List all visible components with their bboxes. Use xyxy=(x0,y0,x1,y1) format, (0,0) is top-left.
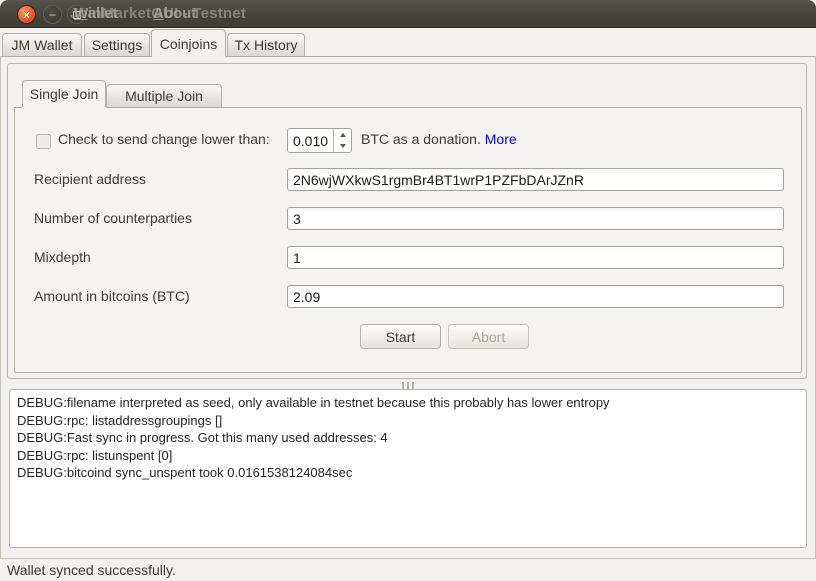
titlebar: × − JoinMarketGUI - Testnet Wallet About xyxy=(0,0,816,28)
tab-coinjoins[interactable]: Coinjoins xyxy=(151,29,226,57)
mixdepth-label: Mixdepth xyxy=(34,249,91,265)
tab-settings[interactable]: Settings xyxy=(84,33,150,56)
tab-jm-wallet[interactable]: JM Wallet xyxy=(2,33,82,56)
subtab-multiple-join[interactable]: Multiple Join xyxy=(106,84,222,107)
log-line: DEBUG:rpc: listunspent [0] xyxy=(17,447,799,465)
spin-up-icon xyxy=(340,133,346,137)
spin-up-button[interactable] xyxy=(334,129,351,141)
log-line: DEBUG:bitcoind sync_unspent took 0.01615… xyxy=(17,464,799,482)
log-line: DEBUG:rpc: listaddressgroupings [] xyxy=(17,412,799,430)
abort-button[interactable]: Abort xyxy=(448,324,529,349)
splitter-grip-icon xyxy=(402,382,404,389)
donation-amount-spinbox xyxy=(287,128,352,153)
log-line: DEBUG:Fast sync in progress. Got this ma… xyxy=(17,429,799,447)
menu-about-rest: bout xyxy=(164,5,196,22)
close-button[interactable]: × xyxy=(17,5,36,24)
minimize-button[interactable]: − xyxy=(43,5,62,24)
counterparties-label: Number of counterparties xyxy=(34,210,192,226)
donation-checkbox[interactable] xyxy=(36,134,51,149)
donation-checkbox-label[interactable]: Check to send change lower than: xyxy=(58,131,270,147)
menu-wallet-rest: allet xyxy=(88,5,118,22)
menu-item-wallet[interactable]: Wallet xyxy=(74,0,118,28)
debug-log[interactable]: DEBUG:filename interpreted as seed, only… xyxy=(9,389,807,548)
app-window: × − JoinMarketGUI - Testnet Wallet About… xyxy=(0,0,816,581)
donation-amount-input[interactable] xyxy=(288,129,333,152)
donation-suffix-text: BTC as a donation. xyxy=(361,131,481,147)
main-tabbar: JM Wallet Settings Coinjoins Tx History xyxy=(0,28,816,57)
menu-wallet-mnemonic: W xyxy=(74,5,88,22)
statusbar: Wallet synced successfully. xyxy=(0,558,816,581)
status-text: Wallet synced successfully. xyxy=(0,562,176,578)
amount-input[interactable] xyxy=(287,285,784,308)
donation-suffix-row: BTC as a donation. More xyxy=(361,131,517,147)
splitter-grip-icon xyxy=(412,382,414,389)
minimize-icon: − xyxy=(49,9,56,21)
spin-down-icon xyxy=(340,144,346,148)
recipient-address-label: Recipient address xyxy=(34,171,146,187)
close-icon: × xyxy=(23,9,30,21)
log-line: DEBUG:filename interpreted as seed, only… xyxy=(17,394,799,412)
tab-tx-history[interactable]: Tx History xyxy=(227,33,305,56)
spin-down-button[interactable] xyxy=(334,141,351,153)
amount-label: Amount in bitcoins (BTC) xyxy=(34,288,190,304)
donation-more-link[interactable]: More xyxy=(485,131,517,147)
recipient-address-input[interactable] xyxy=(287,168,784,191)
menu-item-about[interactable]: About xyxy=(153,0,196,28)
spin-buttons xyxy=(333,129,351,152)
splitter-grip-icon xyxy=(407,382,409,389)
subtab-single-join[interactable]: Single Join xyxy=(22,80,106,107)
counterparties-input[interactable] xyxy=(287,207,784,230)
start-button[interactable]: Start xyxy=(360,324,441,349)
mixdepth-input[interactable] xyxy=(287,246,784,269)
menu-about-mnemonic: A xyxy=(153,5,164,22)
